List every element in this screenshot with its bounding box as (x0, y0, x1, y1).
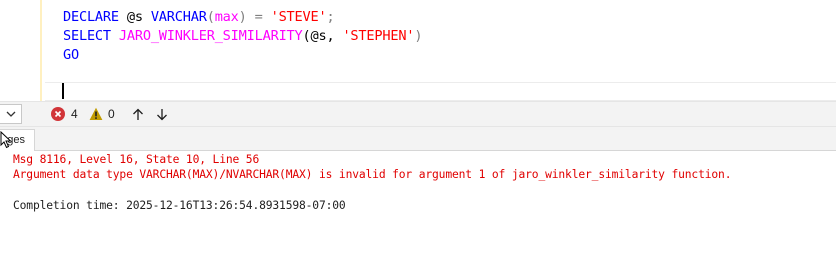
previous-error-button[interactable] (130, 106, 146, 122)
change-margin (40, 0, 42, 101)
error-icon[interactable] (51, 107, 65, 121)
keyword-go: GO (63, 47, 79, 63)
current-line-highlight (45, 82, 836, 101)
keyword-varchar: VARCHAR (150, 9, 207, 25)
string-literal: 'STEPHEN' (342, 28, 415, 44)
function-args: (@s, (302, 28, 343, 44)
chevron-down-icon (6, 111, 15, 117)
arrow-down-icon (157, 108, 167, 120)
code-line-go: GO (63, 45, 79, 65)
error-message-text: Argument data type VARCHAR(MAX)/NVARCHAR… (13, 168, 732, 181)
function-name: JARO_WINKLER_SIMILARITY (118, 28, 303, 44)
mouse-pointer-icon (0, 131, 12, 149)
messages-pane[interactable]: Msg 8116, Level 16, State 10, Line 56 Ar… (0, 151, 836, 266)
zoom-dropdown[interactable] (0, 104, 22, 124)
arrow-up-icon (133, 108, 143, 120)
string-literal: 'STEVE' (270, 9, 327, 25)
paren-open: ( (206, 9, 215, 25)
max-function: max (214, 9, 239, 25)
text-caret (62, 83, 64, 99)
query-editor[interactable]: DECLARE @s VARCHAR(max) = 'STEVE'; SELEC… (0, 0, 836, 101)
variable: @s (126, 9, 143, 25)
paren-close: ) (414, 28, 423, 44)
code-line-declare: DECLARE @s VARCHAR(max) = 'STEVE'; (63, 7, 335, 27)
warning-count[interactable]: 0 (108, 107, 115, 121)
keyword-declare: DECLARE (63, 9, 119, 25)
completion-time: Completion time: 2025-12-16T13:26:54.893… (13, 199, 346, 212)
error-count[interactable]: 4 (71, 107, 78, 121)
results-tab-strip: ges (0, 127, 836, 151)
code-line-select: SELECT JARO_WINKLER_SIMILARITY(@s, 'STEP… (63, 26, 422, 46)
error-list-bar: 4 0 (0, 101, 836, 127)
next-error-button[interactable] (154, 106, 170, 122)
equals-operator: = (254, 9, 263, 25)
warning-icon[interactable] (89, 107, 103, 121)
keyword-select: SELECT (63, 28, 111, 44)
paren-close: ) (238, 9, 247, 25)
semicolon: ; (326, 9, 335, 25)
